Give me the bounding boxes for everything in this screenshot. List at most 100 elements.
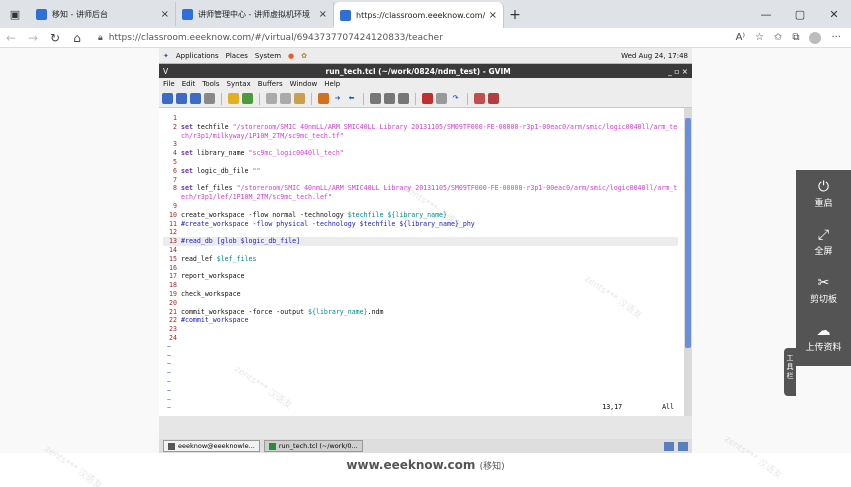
code-line[interactable]: 8 set lef_files "/storeroom/SMIC 40nmLL/A… <box>163 184 678 202</box>
code-line[interactable]: 11 #create_workspace -flow physical -tech… <box>163 220 678 229</box>
load-session-icon[interactable] <box>370 93 381 104</box>
menu-edit[interactable]: Edit <box>182 80 196 88</box>
restart-button[interactable]: ⏻ 重启 <box>796 170 851 218</box>
save-all-icon[interactable] <box>190 93 201 104</box>
code-token: set <box>181 122 193 131</box>
minimize-button[interactable]: — <box>749 0 783 28</box>
close-window-button[interactable]: ✕ <box>817 0 851 28</box>
code-line[interactable]: 22 #commit_workspace <box>163 316 678 325</box>
vertical-scrollbar[interactable] <box>684 108 692 416</box>
menu-places[interactable]: Places <box>226 52 248 60</box>
browser-tab-2[interactable]: 讲师管理中心 - 讲师虚拟机环境 × <box>176 2 334 26</box>
menu-syntax[interactable]: Syntax <box>227 80 251 88</box>
code-line[interactable]: 2 set techfile "/storeroom/SMIC 40nmLL/AR… <box>163 123 678 141</box>
tags-icon[interactable]: ↷ <box>450 93 461 104</box>
shell-icon[interactable] <box>436 93 447 104</box>
redo-icon[interactable] <box>242 93 253 104</box>
open-icon[interactable] <box>162 93 173 104</box>
settings-icon[interactable]: ✿ <box>301 52 307 60</box>
help-icon[interactable] <box>474 93 485 104</box>
task-terminal[interactable]: eeeknow@eeeknowle... <box>163 440 260 452</box>
code-line[interactable]: 24 <box>163 334 678 343</box>
menu-window[interactable]: Window <box>290 80 318 88</box>
url-field[interactable]: 🔒︎ https://classroom.eeeknow.com/#/virtu… <box>98 33 736 43</box>
run-script-icon[interactable] <box>398 93 409 104</box>
scrollbar-thumb[interactable] <box>685 118 691 348</box>
clipboard-button[interactable]: ✂ 剪切板 <box>796 266 851 314</box>
paste-icon[interactable] <box>294 93 305 104</box>
code-line[interactable]: 16 <box>163 264 678 273</box>
code-line[interactable]: 20 <box>163 299 678 308</box>
menu-help[interactable]: Help <box>324 80 340 88</box>
firefox-icon[interactable]: ● <box>288 52 294 60</box>
fullscreen-button[interactable]: ⤢ 全屏 <box>796 218 851 266</box>
code-line[interactable]: 21 commit_workspace -force -output ${libr… <box>163 308 678 317</box>
show-desktop-icon[interactable] <box>664 441 674 451</box>
gvim-toolbar: ➜ ⬅ ↷ <box>159 90 692 108</box>
back-icon[interactable]: ← <box>0 31 22 45</box>
window-buttons-icon[interactable]: _ ▫ × <box>668 67 688 76</box>
toolbar-tab[interactable]: 工具栏 <box>784 348 796 396</box>
task-gvim[interactable]: run_tech.tcl (~/work/0... <box>263 440 363 452</box>
close-tab-icon[interactable]: × <box>161 9 169 20</box>
refresh-icon[interactable]: ↻ <box>44 31 66 45</box>
code-line[interactable]: 17 report_workspace <box>163 272 678 281</box>
copy-icon[interactable] <box>280 93 291 104</box>
menu-system[interactable]: System <box>255 52 281 60</box>
code-line[interactable]: 10 create_workspace -flow normal -technol… <box>163 211 678 220</box>
code-line[interactable]: 7 <box>163 176 678 185</box>
find-help-icon[interactable] <box>488 93 499 104</box>
code-line[interactable]: 9 <box>163 202 678 211</box>
upload-button[interactable]: ☁ 上传资料 <box>796 314 851 362</box>
read-aloud-icon[interactable]: A⁾ <box>736 32 745 44</box>
code-line[interactable]: 18 <box>163 281 678 290</box>
vim-editor[interactable]: 1 2 set techfile "/storeroom/SMIC 40nmLL/A… <box>159 108 692 416</box>
find-prev-icon[interactable]: ⬅ <box>346 93 357 104</box>
code-line[interactable]: 15 read_lef $lef_files <box>163 255 678 264</box>
undo-icon[interactable] <box>228 93 239 104</box>
code-line[interactable]: 5 <box>163 158 678 167</box>
browser-tab-3[interactable]: https://classroom.eeeknow.com/ × <box>334 2 504 28</box>
find-next-icon[interactable]: ➜ <box>332 93 343 104</box>
forward-icon[interactable]: → <box>22 31 44 45</box>
code-line[interactable]: 12 <box>163 228 678 237</box>
line-number: 7 <box>173 175 177 184</box>
browser-tab-1[interactable]: 移知 - 讲师后台 × <box>30 2 176 26</box>
collections-icon[interactable]: ⧉ <box>792 32 799 44</box>
close-tab-icon[interactable]: × <box>319 9 327 20</box>
code-line[interactable]: 19 check_workspace <box>163 290 678 299</box>
save-icon[interactable] <box>176 93 187 104</box>
code-line[interactable]: 1 <box>163 114 678 123</box>
avatar[interactable] <box>809 31 822 44</box>
favorite-icon[interactable]: ☆ <box>755 32 764 44</box>
upload-label: 上传资料 <box>805 342 842 353</box>
print-icon[interactable] <box>204 93 215 104</box>
code-line[interactable]: 3 <box>163 140 678 149</box>
line-text: #create_workspace -flow physical -techno… <box>181 220 475 229</box>
code-line[interactable]: 14 <box>163 246 678 255</box>
replace-icon[interactable] <box>318 93 329 104</box>
menu-tools[interactable]: Tools <box>202 80 219 88</box>
code-line[interactable]: 4 set library_name "sc9mc_logic0040ll_tec… <box>163 149 678 158</box>
menu-buffers[interactable]: Buffers <box>258 80 283 88</box>
code-line[interactable]: 23 <box>163 325 678 334</box>
code-line[interactable]: 13 #read_db [glob $logic_db_file] <box>163 237 678 246</box>
more-icon[interactable]: ··· <box>831 32 841 44</box>
home-icon[interactable]: ⌂ <box>66 31 88 45</box>
new-tab-button[interactable]: + <box>504 7 526 23</box>
menu-file[interactable]: File <box>163 80 175 88</box>
make-icon[interactable] <box>422 93 433 104</box>
close-tab-icon[interactable]: × <box>489 10 497 21</box>
tab-actions-icon[interactable]: ▣ <box>0 0 30 28</box>
code-lines: 1 2 set techfile "/storeroom/SMIC 40nmLL/A… <box>163 114 678 343</box>
toolbar-divider <box>467 92 468 105</box>
toolbar-divider <box>311 92 312 105</box>
workspace-icon[interactable] <box>678 441 688 451</box>
code-line[interactable]: 6 set logic_db_file "" <box>163 167 678 176</box>
favorites-list-icon[interactable]: ✩ <box>774 32 782 44</box>
vim-icon <box>268 442 276 450</box>
menu-applications[interactable]: Applications <box>176 52 219 60</box>
maximize-button[interactable]: ▢ <box>783 0 817 28</box>
save-session-icon[interactable] <box>384 93 395 104</box>
cut-icon[interactable] <box>266 93 277 104</box>
